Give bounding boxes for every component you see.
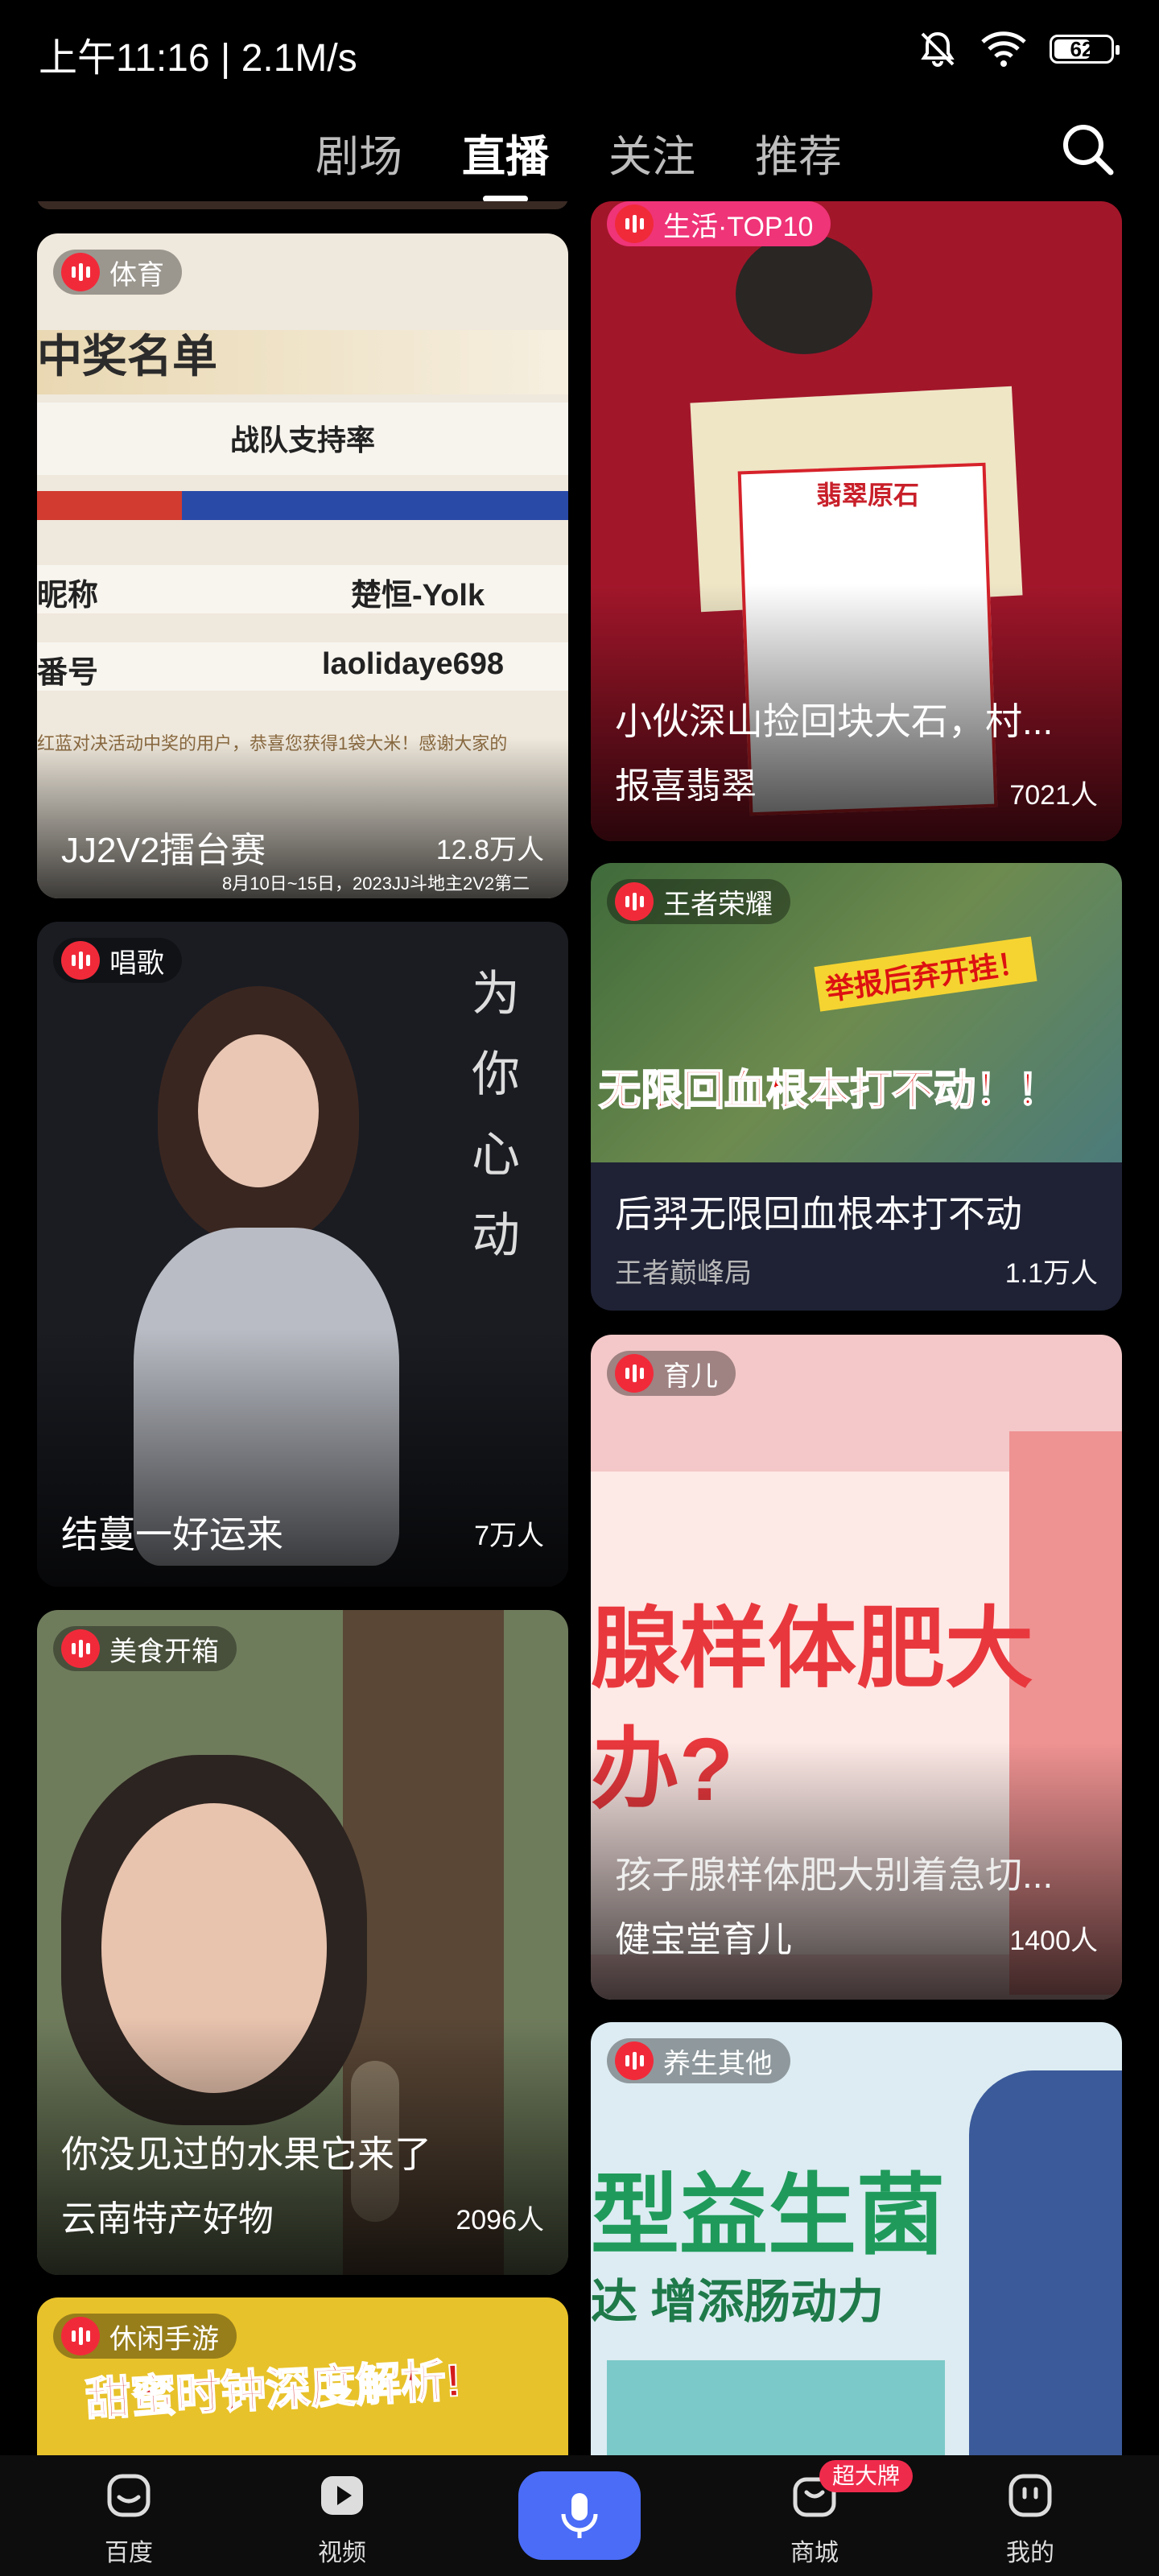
id-label: 番号: [37, 656, 99, 690]
viewer-count: 1400人: [1009, 1926, 1098, 1956]
viewer-count: 7021人: [1009, 780, 1098, 811]
card-title: 小伙深山捡回块大石，村...: [615, 700, 1054, 742]
card-title: 后羿无限回血根本打不动: [615, 1193, 1022, 1235]
battery-indicator: 62: [1050, 35, 1120, 64]
mute-bell-icon: [921, 31, 955, 67]
card-subtitle: 健宝堂育儿: [615, 1920, 792, 1959]
support-rate-label: 战队支持率: [229, 423, 375, 456]
nav-video[interactable]: 视频: [278, 2471, 406, 2568]
voice-search-button[interactable]: [518, 2471, 641, 2560]
live-card-parenting[interactable]: 腺样体肥大 办? 育儿 孩子腺样体肥大别着急切... 健宝堂育儿 1400人: [591, 1335, 1122, 2000]
headline-text: 型益生菌: [591, 2166, 945, 2265]
search-icon[interactable]: [1059, 121, 1116, 177]
tab-follow[interactable]: 关注: [608, 121, 695, 184]
card-subtitle: 王者巅峰局: [615, 1258, 752, 1289]
top-tab-bar: 剧场 直播 关注 推荐: [0, 113, 1159, 202]
category-tag: 休闲手游: [53, 2314, 237, 2359]
jade-tag-label: 翡翠原石: [816, 481, 920, 510]
nickname-value: 楚恒-Yolk: [351, 579, 485, 613]
wifi-icon: [981, 31, 1026, 67]
live-card-health[interactable]: 型益生菌 达 增添肠动力 养生其他: [591, 2022, 1122, 2455]
nav-baidu[interactable]: 百度: [64, 2471, 193, 2568]
bottom-nav: 百度 视频 商城 超大牌 我的: [0, 2455, 1159, 2576]
nickname-label: 昵称: [37, 579, 99, 613]
event-footer: 8月10日~15日，2023JJ斗地主2V2第二: [222, 873, 530, 894]
viewer-count: 12.8万人: [435, 835, 544, 865]
category-tag: 育儿: [607, 1351, 736, 1396]
live-card-game[interactable]: 举报后弃开挂！ 无限回血根本打不动！！ 王者荣耀 后羿无限回血根本打不动 王者巅…: [591, 863, 1122, 1311]
game-banner: 无限回血根本打不动！！: [598, 1067, 1060, 1115]
status-bar: 上午11:16 | 2.1M/s 62: [0, 0, 1159, 105]
microphone-icon: [561, 2493, 598, 2538]
mall-badge: 超大牌: [819, 2460, 914, 2492]
status-icons: 62: [918, 29, 1120, 69]
category-tag: 体育: [53, 250, 182, 295]
card-title: JJ2V2擂台赛: [61, 831, 266, 870]
nav-mine[interactable]: 我的: [966, 2471, 1095, 2568]
card-title: 结蔓一好运来: [61, 1513, 283, 1555]
live-card-partial[interactable]: [37, 201, 568, 209]
winner-list-heading: 中奖名单: [37, 331, 217, 382]
tab-recommend[interactable]: 推荐: [755, 121, 842, 184]
category-tag: 生活·TOP10: [607, 201, 831, 246]
live-card-sports[interactable]: 中奖名单 战队支持率 昵称 楚恒-Yolk 番号 laolidaye698 红蓝…: [37, 233, 568, 898]
live-card-casual-game[interactable]: 甜蜜时钟深度解析! 休闲手游: [37, 2297, 568, 2455]
viewer-count: 1.1万人: [1004, 1258, 1098, 1289]
live-feed: 中奖名单 战队支持率 昵称 楚恒-Yolk 番号 laolidaye698 红蓝…: [0, 201, 1159, 2455]
card-title: 你没见过的水果它来了: [61, 2133, 431, 2175]
status-time: 上午11:16 | 2.1M/s: [39, 37, 357, 80]
poem-text: 为你心动: [472, 967, 520, 1262]
tab-live[interactable]: 直播: [462, 121, 549, 202]
viewer-count: 7万人: [474, 1521, 544, 1551]
category-tag: 唱歌: [53, 938, 182, 983]
card-subtitle: 报喜翡翠: [615, 766, 757, 806]
headline-text-2: 达 增添肠动力: [591, 2276, 885, 2328]
category-tag: 王者荣耀: [607, 879, 790, 924]
profile-face-icon: [1008, 2474, 1052, 2517]
baidu-home-icon: [107, 2474, 151, 2517]
video-play-icon: [321, 2476, 363, 2515]
live-card-jade[interactable]: 翡翠原石 生活·TOP10 小伙深山捡回块大石，村... 报喜翡翠 7021人: [591, 201, 1122, 841]
category-tag: 美食开箱: [53, 1626, 237, 1671]
card-title: 孩子腺样体肥大别着急切...: [615, 1854, 1054, 1896]
viewer-count: 2096人: [456, 2205, 544, 2235]
id-value: laolidaye698: [322, 647, 505, 681]
live-card-food[interactable]: 美食开箱 你没见过的水果它来了 云南特产好物 2096人: [37, 1610, 568, 2275]
category-tag: 养生其他: [607, 2038, 790, 2083]
tab-theater[interactable]: 剧场: [316, 121, 402, 184]
card-subtitle: 云南特产好物: [61, 2199, 274, 2239]
headline-text: 腺样体肥大: [591, 1600, 1033, 1699]
live-card-singing[interactable]: 为你心动 唱歌 结蔓一好运来 7万人: [37, 922, 568, 1587]
